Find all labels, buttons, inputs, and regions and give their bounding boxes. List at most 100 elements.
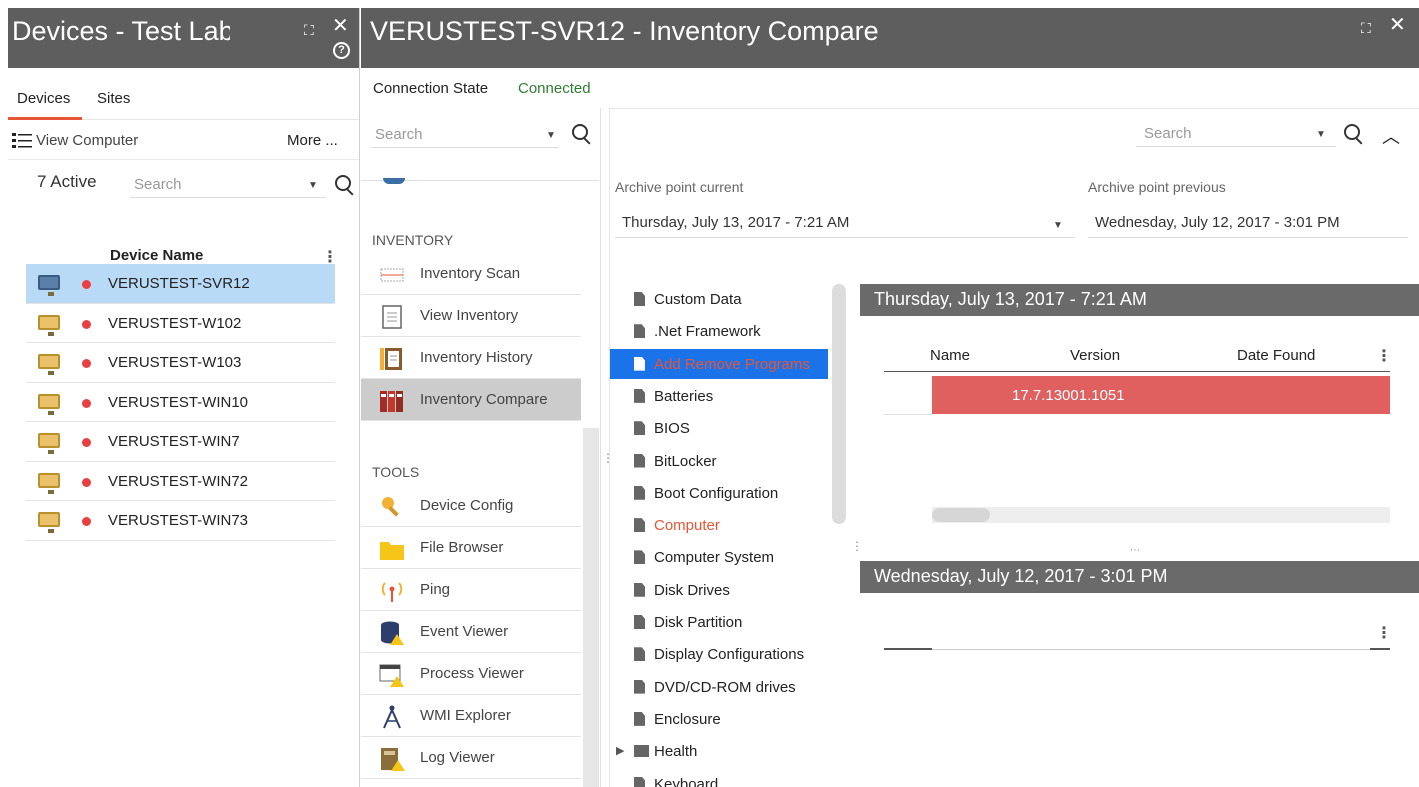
tab-sites[interactable]: Sites: [97, 90, 130, 107]
tree-item[interactable]: .Net Framework: [610, 316, 828, 346]
nav-item-label: Device Config: [420, 497, 514, 514]
tree-item-label: Display Configurations: [654, 646, 805, 664]
archive-previous-underline: [1088, 237, 1408, 238]
connection-state-value: Connected: [518, 80, 591, 97]
device-row[interactable]: VERUSTEST-SVR12: [26, 264, 335, 304]
device-name: VERUSTEST-W102: [108, 314, 242, 332]
tree-item-label: Disk Partition: [654, 614, 743, 631]
nav-item-label: Event Viewer: [420, 623, 509, 640]
tree-item[interactable]: DVD/CD-ROM drives: [610, 672, 828, 702]
nav-scrollbar[interactable]: [583, 428, 599, 787]
expand-icon[interactable]: ⛶: [304, 22, 314, 38]
tree-item-label: Add Remove Programs: [654, 355, 810, 373]
main-panel-title: VERUSTEST-SVR12 - Inventory Compare: [370, 16, 879, 46]
tree-item[interactable]: Custom Data: [610, 284, 828, 314]
nav-item-log-viewer[interactable]: Log Viewer: [361, 737, 581, 779]
tree-item[interactable]: Add Remove Programs: [610, 348, 828, 379]
caret-down-icon[interactable]: ▼: [308, 180, 318, 191]
search-icon[interactable]: [335, 175, 351, 191]
inventory-category-tree: Custom Data .Net Framework Add Remove Prog…: [610, 284, 846, 787]
tree-scrollbar[interactable]: [832, 284, 846, 524]
date-found-column-header[interactable]: Date Found: [1237, 347, 1315, 364]
nav-item-file-browser[interactable]: File Browser: [361, 527, 581, 569]
tree-item[interactable]: Computer System: [610, 542, 828, 572]
close-icon[interactable]: ✕: [1389, 15, 1406, 35]
caret-down-icon[interactable]: ▼: [1053, 220, 1063, 231]
computer-icon: [38, 354, 60, 375]
computer-icon: [38, 472, 60, 494]
more-button[interactable]: More ...: [287, 132, 338, 149]
caret-down-icon[interactable]: ▼: [546, 130, 556, 141]
archive-previous-value[interactable]: Wednesday, July 12, 2017 - 3:01 PM: [1095, 214, 1340, 231]
expand-arrow-icon[interactable]: ▶: [616, 744, 624, 757]
name-column-header[interactable]: Name: [930, 347, 970, 364]
devices-panel: Devices - Test Lab ⛶ ✕ ? Devices Sites V…: [8, 8, 360, 787]
tree-item[interactable]: Keyboard: [610, 769, 828, 787]
list-view-icon[interactable]: [12, 132, 32, 148]
column-menu-icon[interactable]: ⋮: [1376, 346, 1392, 366]
chevron-up-icon[interactable]: ︿: [1382, 123, 1400, 149]
tab-devices[interactable]: Devices: [17, 90, 70, 107]
nav-item-inventory-history[interactable]: Inventory History: [361, 337, 581, 379]
nav-item-label: Inventory Compare: [420, 391, 548, 408]
collapse-icon[interactable]: ⛶: [1361, 20, 1371, 36]
nav-item-label: Log Viewer: [420, 749, 495, 766]
view-computer-button[interactable]: View Computer: [36, 132, 138, 149]
caret-down-icon[interactable]: ▼: [1316, 129, 1326, 140]
nav-item-ping[interactable]: Ping: [361, 569, 581, 611]
row-divider: [884, 414, 932, 415]
file-icon: [634, 615, 645, 629]
nav-item-view-inventory[interactable]: View Inventory: [361, 295, 581, 337]
device-row[interactable]: VERUSTEST-WIN10: [26, 383, 335, 422]
device-name-column-header[interactable]: Device Name: [110, 247, 203, 264]
tree-item[interactable]: Enclosure: [610, 704, 828, 734]
tree-item[interactable]: Computer: [610, 510, 828, 540]
nav-item-inventory-scan[interactable]: Inventory Scan: [361, 253, 581, 295]
search-icon[interactable]: [1344, 124, 1360, 140]
nav-item-event-viewer[interactable]: Event Viewer: [361, 611, 581, 653]
tree-item[interactable]: Disk Drives: [610, 575, 828, 605]
scrollbar-thumb[interactable]: [932, 508, 990, 522]
tree-item-label: Computer: [654, 517, 720, 535]
nav-search-input[interactable]: Search ▼: [371, 122, 559, 148]
devices-search-input[interactable]: Search ▼: [130, 172, 326, 198]
pane-resize-handle-icon[interactable]: ⋯: [1130, 545, 1140, 556]
inventory-section-heading: INVENTORY: [372, 232, 454, 248]
file-icon: [634, 679, 645, 694]
column-menu-icon[interactable]: ⋮: [1376, 623, 1392, 643]
search-icon[interactable]: [572, 124, 588, 140]
status-dot-icon: [82, 438, 91, 447]
tree-item[interactable]: ▶ Health: [610, 736, 828, 766]
archive-current-value[interactable]: Thursday, July 13, 2017 - 7:21 AM: [622, 214, 849, 231]
device-row[interactable]: VERUSTEST-WIN7: [26, 422, 335, 462]
nav-item-process-viewer[interactable]: Process Viewer: [361, 653, 581, 695]
compare-search-input[interactable]: Search ▼: [1136, 121, 1336, 147]
tree-item[interactable]: Batteries: [610, 381, 828, 411]
nav-item-wmi-explorer[interactable]: WMI Explorer: [361, 695, 581, 737]
help-icon[interactable]: ?: [333, 42, 350, 59]
device-row[interactable]: VERUSTEST-W103: [26, 343, 335, 383]
nav-item-device-config[interactable]: Device Config: [361, 485, 581, 527]
tree-item[interactable]: Disk Partition: [610, 607, 828, 637]
horizontal-scrollbar[interactable]: [932, 507, 1390, 523]
splitter-handle-icon[interactable]: ⋮: [851, 539, 863, 553]
tree-item[interactable]: Display Configurations: [610, 639, 828, 669]
nav-item-inventory-compare[interactable]: Inventory Compare: [361, 379, 581, 421]
device-row[interactable]: VERUSTEST-WIN73: [26, 501, 335, 541]
tree-item[interactable]: BitLocker: [610, 446, 828, 476]
database-icon: [379, 620, 405, 646]
nav-item-label: Inventory History: [420, 349, 533, 366]
previous-header-divider-left: [884, 648, 932, 650]
table-row[interactable]: 17.7.13001.1051: [932, 376, 1390, 414]
version-column-header[interactable]: Version: [1070, 347, 1120, 364]
tree-item[interactable]: BIOS: [610, 413, 828, 443]
tree-item-label: DVD/CD-ROM drives: [654, 678, 796, 696]
device-row[interactable]: VERUSTEST-WIN72: [26, 462, 335, 501]
close-icon[interactable]: ✕: [332, 16, 349, 36]
device-row[interactable]: VERUSTEST-W102: [26, 304, 335, 343]
window-warning-icon: [379, 662, 405, 688]
status-dot-icon: [82, 477, 91, 487]
tree-item[interactable]: Boot Configuration: [610, 478, 828, 508]
file-icon: [634, 388, 645, 403]
status-dot-icon: [82, 359, 91, 368]
